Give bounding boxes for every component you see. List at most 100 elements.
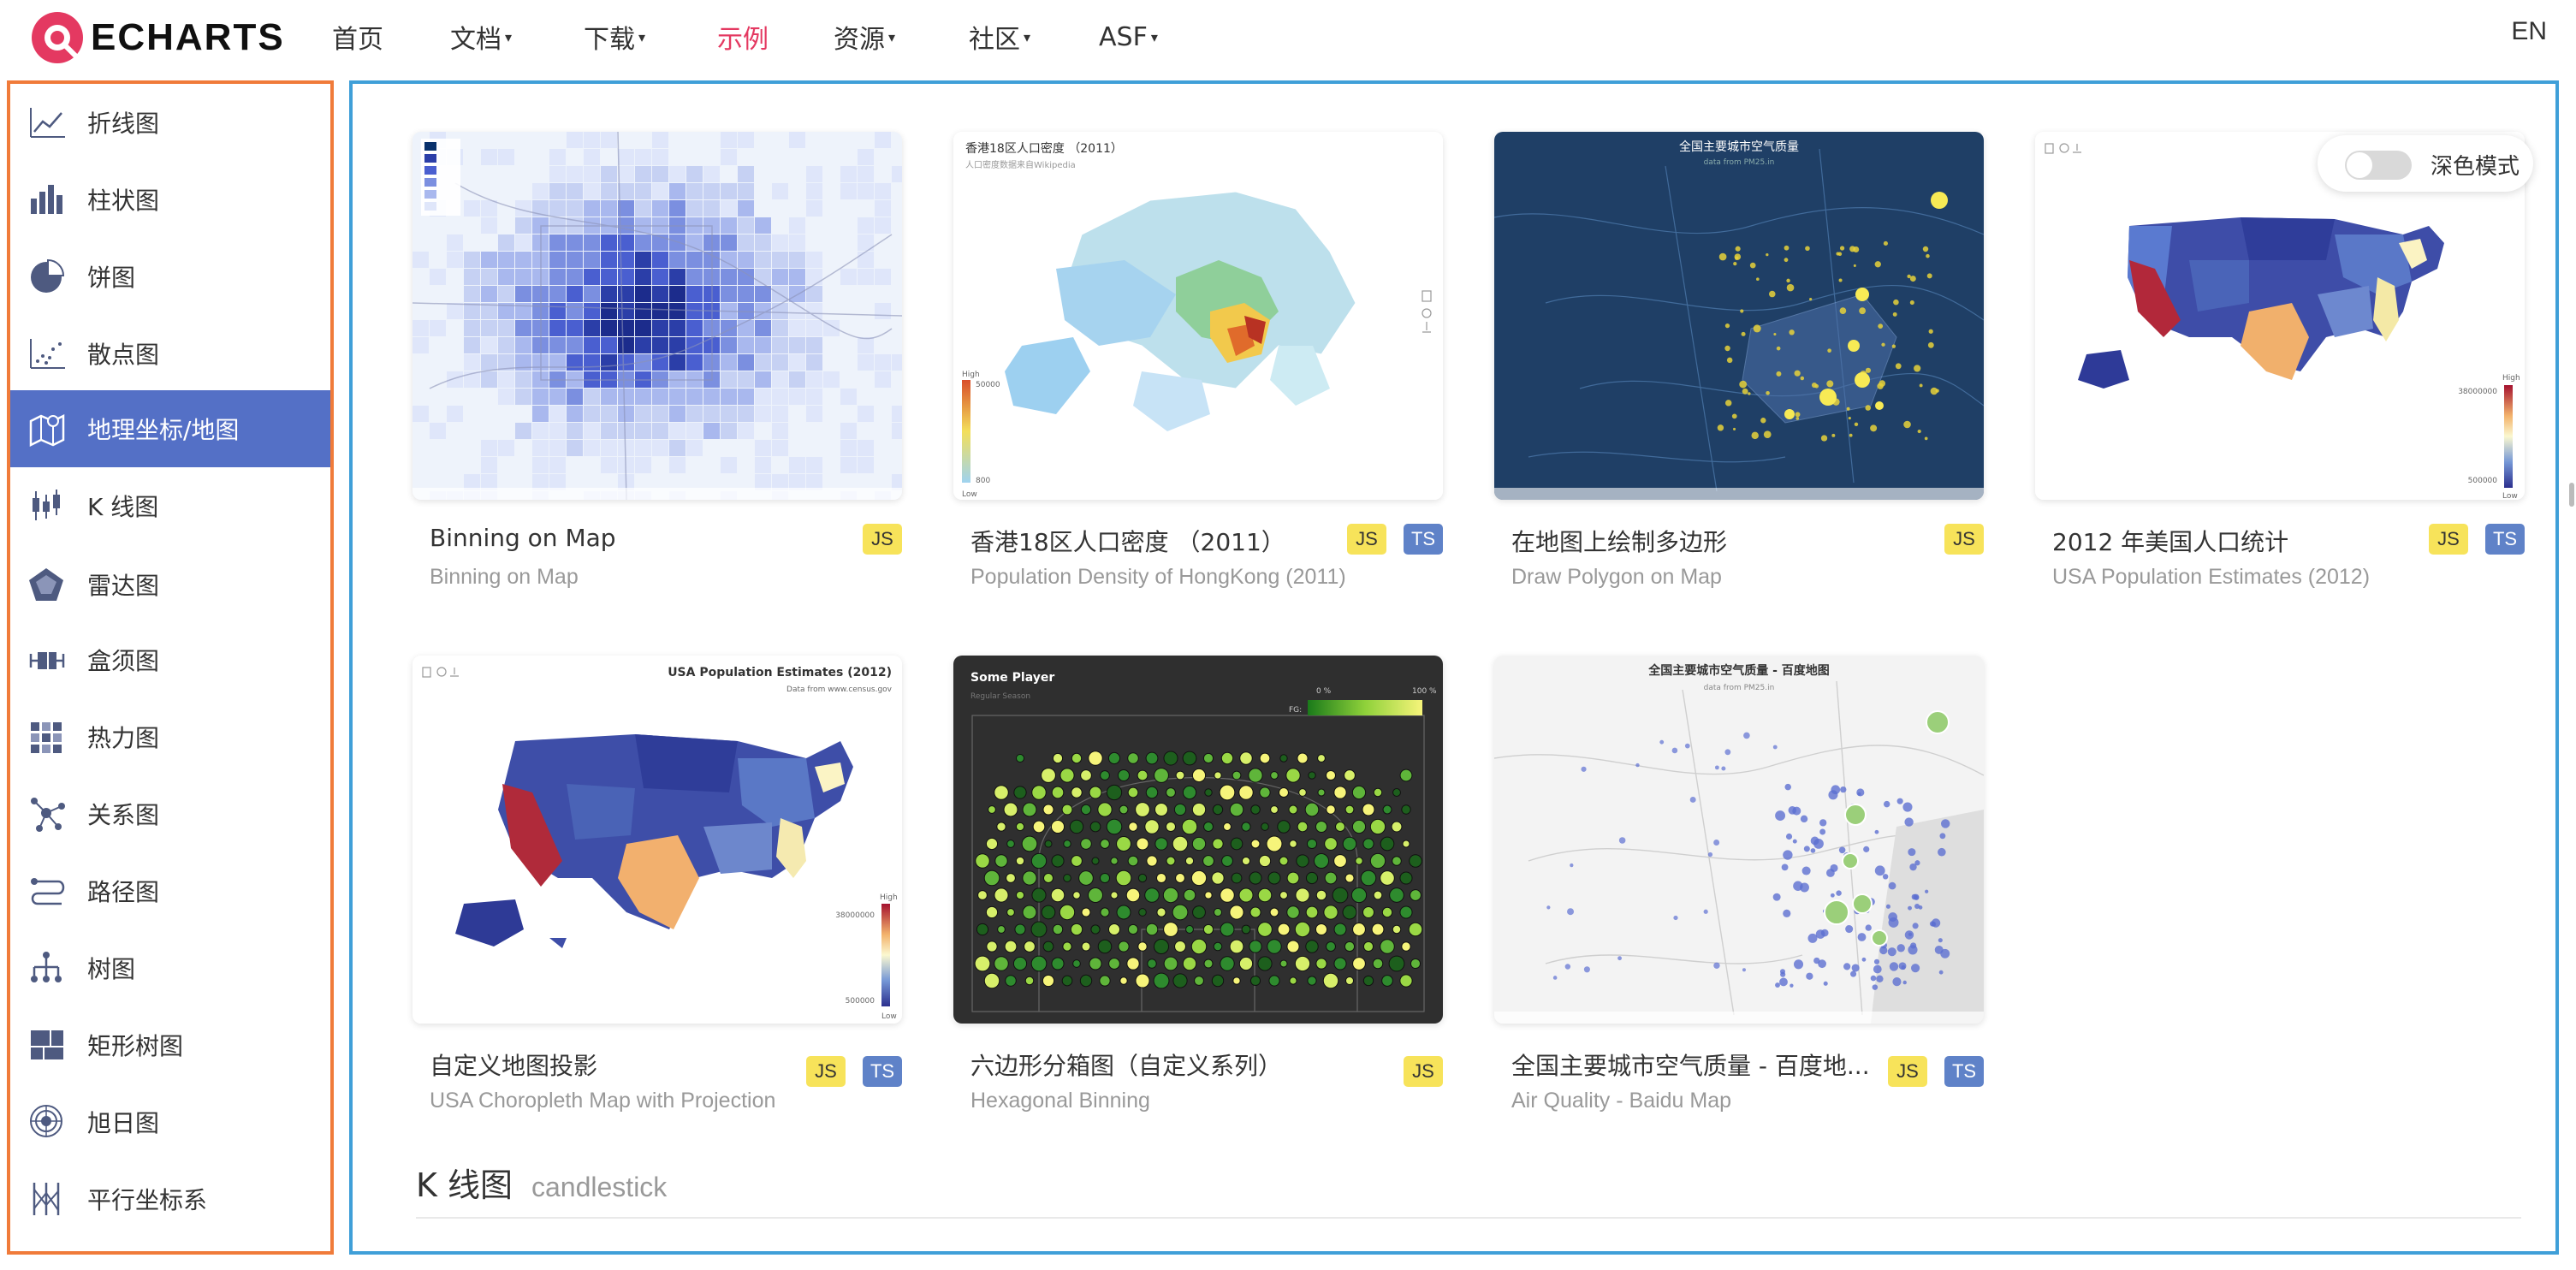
card-title[interactable]: Binning on Map	[430, 524, 616, 552]
svg-text:FG:: FG:	[1289, 706, 1302, 715]
sidebar: 折线图柱状图饼图 散点图地理坐标/地图 K 线图雷达图 盒须图 热力图关系图路径图树图矩…	[7, 80, 334, 1255]
sidebar-item-scatter[interactable]: 散点图	[10, 315, 330, 392]
top-navbar: ECHARTS 首页 文档 ▾ 下载 ▾ 示例 资源 ▾ 社区 ▾ ASF ▾ EN	[0, 0, 2576, 75]
svg-text:High: High	[962, 371, 980, 379]
thumb-title: Some Player	[970, 671, 1054, 685]
sidebar-item-pie-chart[interactable]: 饼图	[10, 238, 330, 315]
card-subtitle: USA Population Estimates (2012)	[2052, 565, 2371, 589]
nav-item-label: 下载	[584, 25, 635, 55]
sidebar-item-treemap[interactable]: 矩形树图	[10, 1006, 330, 1083]
nav-item-label: 示例	[717, 25, 769, 55]
ts-tag[interactable]: TS	[1944, 1056, 1984, 1087]
card-subtitle: Draw Polygon on Map	[1511, 565, 1722, 589]
card-title[interactable]: 六边形分箱图（自定义系列）	[970, 1047, 1282, 1082]
parallel-icon	[33, 1183, 60, 1215]
js-tag[interactable]: JS	[1404, 1056, 1443, 1087]
sidebar-item-bar-chart[interactable]: 柱状图	[10, 161, 330, 238]
example-thumbnail[interactable]: 全国主要城市空气质量 - 百度地图 data from PM25.in	[1494, 656, 1984, 1024]
svg-text:38000000: 38000000	[835, 911, 875, 920]
toggle-knob	[2347, 152, 2372, 178]
js-tag[interactable]: JS	[863, 524, 902, 555]
nav-item-5[interactable]: 社区 ▾	[969, 17, 1030, 56]
ts-tag[interactable]: TS	[2485, 524, 2525, 555]
sidebar-item-sunburst[interactable]: 旭日图	[10, 1083, 330, 1160]
example-thumbnail[interactable]: 香港18区人口密度 （2011） 人口密度数据来自Wikipedia High …	[953, 132, 1443, 500]
page-scrollbar[interactable]	[2569, 483, 2574, 507]
example-card-hexagonal-binning[interactable]: Some Player Regular Season 0 % 100 % FG:…	[953, 656, 1443, 1113]
thumb-title: USA Population Estimates (2012)	[668, 666, 892, 680]
svg-text:50000: 50000	[976, 381, 1000, 389]
section-divider	[416, 1217, 2521, 1219]
card-subtitle: Population Density of HongKong (2011)	[970, 565, 1346, 589]
sidebar-item-heatmap[interactable]: 热力图	[10, 698, 330, 775]
sidebar-item-label: 地理坐标/地图	[87, 416, 240, 444]
js-tag[interactable]: JS	[1944, 524, 1984, 555]
svg-text:500000: 500000	[846, 997, 875, 1006]
ts-tag[interactable]: TS	[1404, 524, 1443, 555]
examples-panel: Binning on Map JS Binning on Map 香港18区人口…	[349, 80, 2559, 1255]
card-subtitle: Air Quality - Baidu Map	[1511, 1089, 1732, 1113]
thumb-subtitle: data from PM25.in	[1704, 158, 1775, 167]
ts-tag[interactable]: TS	[863, 1056, 902, 1087]
candlestick-icon	[33, 490, 60, 520]
section-title: K 线图	[416, 1166, 513, 1204]
example-card-air-quality-baidu[interactable]: 全国主要城市空气质量 - 百度地图 data from PM25.in 全国主要…	[1494, 656, 1984, 1113]
sidebar-item-line-chart[interactable]: 折线图	[10, 84, 330, 161]
nav-item-1[interactable]: 文档 ▾	[450, 17, 512, 56]
sidebar-item-sankey[interactable]: 桑基图	[10, 1237, 330, 1251]
echarts-logo-icon	[32, 12, 83, 63]
nav-item-6[interactable]: ASF ▾	[1099, 17, 1158, 56]
thumb-subtitle: 人口密度数据来自Wikipedia	[965, 159, 1076, 170]
nav-item-2[interactable]: 下载 ▾	[584, 17, 645, 56]
map-icon	[29, 413, 65, 448]
caret-down-icon: ▾	[888, 28, 896, 45]
caret-down-icon: ▾	[1150, 28, 1158, 45]
sidebar-item-boxplot[interactable]: 盒须图	[10, 621, 330, 698]
js-tag[interactable]: JS	[2429, 524, 2468, 555]
sidebar-item-parallel[interactable]: 平行坐标系	[10, 1160, 330, 1237]
card-subtitle: USA Choropleth Map with Projection	[430, 1089, 776, 1113]
nav-item-label: 社区	[969, 25, 1020, 55]
example-thumbnail[interactable]: 全国主要城市空气质量 data from PM25.in	[1494, 132, 1984, 500]
sidebar-item-graph[interactable]: 关系图	[10, 775, 330, 852]
example-card-map-projection[interactable]: USA Population Estimates (2012) Data fro…	[413, 656, 902, 1113]
js-tag[interactable]: JS	[806, 1056, 846, 1087]
sidebar-item-label: 树图	[87, 955, 136, 983]
sidebar-item-label: K 线图	[87, 493, 159, 521]
sidebar-item-label: 柱状图	[87, 187, 160, 215]
sidebar-item-lines[interactable]: 路径图	[10, 852, 330, 929]
sidebar-item-tree[interactable]: 树图	[10, 929, 330, 1006]
nav-item-3[interactable]: 示例	[717, 17, 769, 56]
language-switch[interactable]: EN	[2511, 17, 2547, 46]
sidebar-item-label: 关系图	[87, 801, 160, 829]
dark-mode-toggle[interactable]: 深色模式	[2318, 135, 2533, 192]
card-subtitle: Hexagonal Binning	[970, 1089, 1150, 1113]
example-thumbnail[interactable]: Some Player Regular Season 0 % 100 % FG:	[953, 656, 1443, 1024]
sidebar-item-label: 矩形树图	[87, 1032, 184, 1060]
example-card-binning-on-map[interactable]: Binning on Map JS Binning on Map	[413, 132, 902, 589]
svg-text:High: High	[2502, 374, 2520, 383]
pie-chart-icon	[31, 258, 65, 293]
card-title[interactable]: 自定义地图投影	[430, 1047, 597, 1082]
example-thumbnail[interactable]: USA Population Estimates (2012) Data fro…	[413, 656, 902, 1024]
card-title[interactable]: 全国主要城市空气质量 - 百度地...	[1511, 1047, 1870, 1082]
card-title[interactable]: 在地图上绘制多边形	[1511, 524, 1727, 558]
example-thumbnail[interactable]	[413, 132, 902, 500]
caret-down-icon: ▾	[1024, 28, 1031, 45]
nav-item-label: 首页	[332, 25, 383, 55]
scatter-icon	[30, 339, 65, 369]
echarts-logo[interactable]: ECHARTS	[29, 5, 285, 70]
sidebar-item-candlestick[interactable]: K 线图	[10, 467, 330, 544]
nav-item-4[interactable]: 资源 ▾	[834, 17, 895, 56]
nav-item-0[interactable]: 首页	[332, 17, 383, 56]
js-tag[interactable]: JS	[1347, 524, 1386, 555]
card-title[interactable]: 香港18区人口密度 （2011）	[970, 524, 1285, 558]
js-tag[interactable]: JS	[1888, 1056, 1927, 1087]
example-card-draw-polygon[interactable]: 全国主要城市空气质量 data from PM25.in 在地图上绘制多边形 J…	[1494, 132, 1984, 589]
card-title[interactable]: 2012 年美国人口统计	[2052, 524, 2288, 558]
treemap-icon	[31, 1030, 63, 1059]
sunburst-icon	[30, 1105, 62, 1137]
sidebar-item-map[interactable]: 地理坐标/地图	[10, 390, 330, 467]
example-card-hk-population[interactable]: 香港18区人口密度 （2011） 人口密度数据来自Wikipedia High …	[953, 132, 1443, 589]
sidebar-item-radar[interactable]: 雷达图	[10, 546, 330, 623]
